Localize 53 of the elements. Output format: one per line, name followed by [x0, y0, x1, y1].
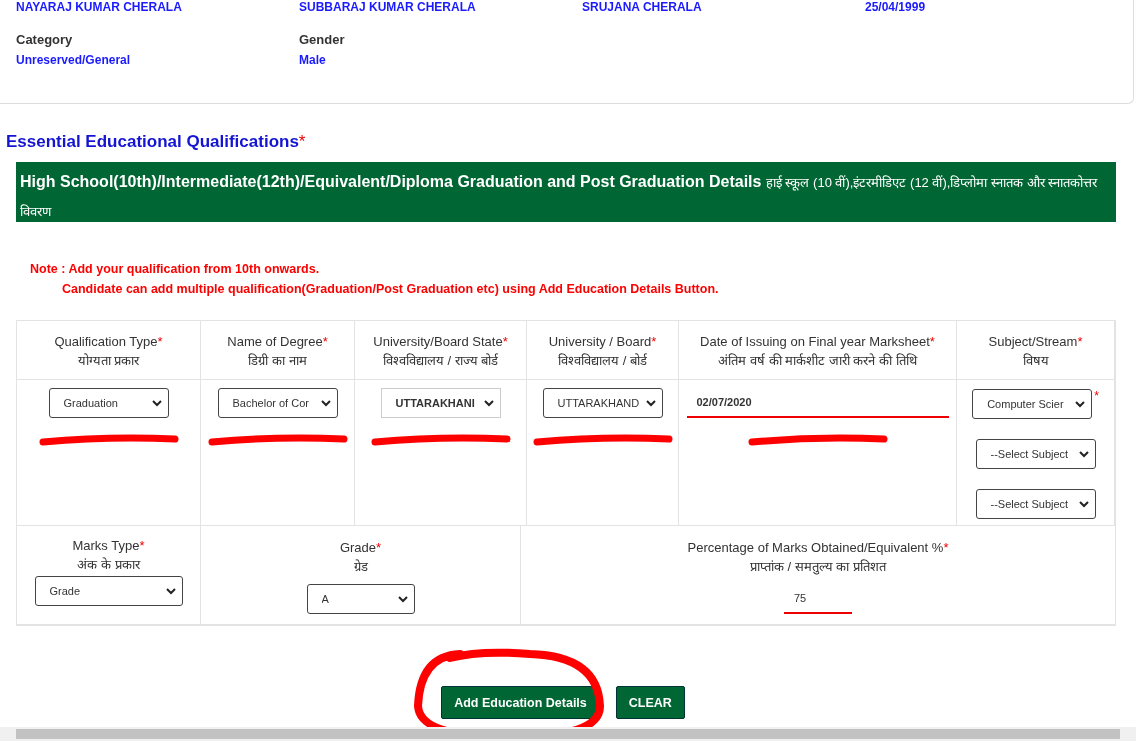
- input-field[interactable]: 02/07/2020: [686, 388, 949, 418]
- column-header-hindi: विश्वविद्यालय / बोर्ड: [558, 352, 647, 370]
- field-label: Gender: [299, 32, 346, 47]
- horizontal-scrollbar[interactable]: [0, 727, 1136, 741]
- column-header-hindi: योग्यता प्रकार: [77, 352, 140, 370]
- chevron-down-icon: [320, 399, 331, 407]
- column-header-hindi: अंक के प्रकार: [77, 556, 140, 574]
- column-header-hindi: विश्वविद्यालय / राज्य बोर्ड: [382, 352, 499, 370]
- dropdown[interactable]: Graduation: [48, 388, 169, 418]
- dropdown[interactable]: Bachelor of Cor: [217, 388, 338, 418]
- chevron-down-icon: [483, 399, 494, 407]
- column-header: University / Board*: [548, 333, 657, 351]
- column-header: Subject/Stream*: [988, 333, 1083, 351]
- column-header-hindi: विषय: [1022, 352, 1049, 370]
- column-header: Percentage of Marks Obtained/Equivalent %*: [687, 539, 949, 557]
- field-label: Category: [16, 32, 74, 47]
- dropdown[interactable]: --Select Subject: [975, 489, 1096, 519]
- dropdown[interactable]: Grade: [34, 576, 183, 606]
- field-value: Male: [299, 53, 327, 67]
- action-button[interactable]: CLEAR: [615, 686, 685, 719]
- chevron-down-icon: [645, 399, 656, 407]
- dropdown[interactable]: UTTARAKHAND: [542, 388, 663, 418]
- note-text: Note : Add your qualification from 10th onwards.: [30, 262, 321, 276]
- section-title: Essential Educational Qualifications*: [6, 132, 307, 153]
- column-header: Name of Degree*: [227, 333, 328, 351]
- dropdown[interactable]: UTTARAKHANI: [380, 388, 501, 418]
- column-header-hindi: अंतिम वर्ष की मार्कशीट जारी करने की तिथि: [718, 352, 917, 370]
- chevron-down-icon: [1078, 500, 1089, 508]
- chevron-down-icon: [1078, 450, 1089, 458]
- column-header: Marks Type*: [72, 537, 145, 555]
- field-value: Unreserved/General: [16, 53, 132, 67]
- column-header: Date of Issuing on Final year Marksheet*: [700, 333, 935, 351]
- input-field[interactable]: 75: [784, 584, 852, 614]
- column-header-hindi: ग्रेड: [353, 558, 368, 576]
- profile-value: 25/04/1999: [865, 0, 927, 14]
- column-header: University/Board State*: [373, 333, 508, 351]
- column-header: Qualification Type*: [54, 333, 163, 351]
- chevron-down-icon: [165, 587, 176, 595]
- section-banner: High School(10th)/Intermediate(12th)/Equivalent/Diploma Graduation and Post Graduation Details हाई स्कूल (10 वीं),इंटरमीडिएट (12 वीं),डिप्लोमा स्नातक और स्नातकोत्तर विवरण: [16, 162, 1116, 222]
- profile-value: NAYARAJ KUMAR CHERALA: [16, 0, 183, 14]
- column-header-hindi: डिग्री का नाम: [248, 352, 307, 370]
- column-header-hindi: प्राप्तांक / समतुल्य का प्रतिशत: [749, 558, 887, 576]
- dropdown[interactable]: --Select Subject: [975, 439, 1096, 469]
- profile-value: SRUJANA CHERALA: [582, 0, 703, 14]
- chevron-down-icon: [1075, 400, 1086, 408]
- column-header: Grade*: [339, 539, 382, 557]
- chevron-down-icon: [397, 595, 408, 603]
- required-mark: *: [1094, 389, 1099, 403]
- dropdown[interactable]: A: [306, 584, 415, 614]
- profile-value: SUBBARAJ KUMAR CHERALA: [299, 0, 477, 14]
- note-text: Candidate can add multiple qualification(Graduation/Post Graduation etc) using Add Education Details Button.: [62, 282, 720, 296]
- chevron-down-icon: [151, 399, 162, 407]
- dropdown[interactable]: Computer Scier: [972, 389, 1093, 419]
